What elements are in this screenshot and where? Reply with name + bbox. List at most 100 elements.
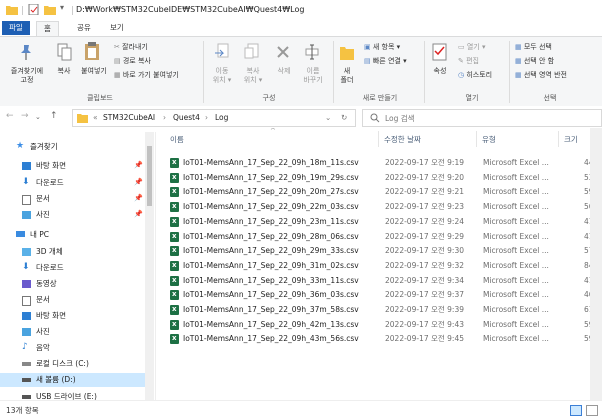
paste-shortcut-icon: ▦ <box>114 71 121 79</box>
breadcrumb-item[interactable]: STM32CubeAI <box>103 113 155 122</box>
file-date: 2022-09-17 오전 9:39 <box>385 305 464 314</box>
file-row[interactable]: IoT01-MemsAnn_17_Sep_22_09h_29m_33s.csv 2… <box>166 243 602 258</box>
excel-file-icon <box>170 184 179 198</box>
recent-locations-icon[interactable]: ⌄ <box>35 113 41 121</box>
delete-button[interactable]: 삭제 <box>269 67 299 76</box>
nav-item-desktop[interactable]: 바탕 화면 <box>22 159 144 173</box>
tab-view[interactable]: 보기 <box>103 21 131 35</box>
new-folder-quick-icon[interactable] <box>44 4 56 15</box>
file-row[interactable]: IoT01-MemsAnn_17_Sep_22_09h_33m_11s.csv 2… <box>166 273 602 288</box>
nav-item-videos[interactable]: 동영상 <box>22 277 144 291</box>
file-row[interactable]: IoT01-MemsAnn_17_Sep_22_09h_43m_56s.csv 2… <box>166 331 602 346</box>
file-list-scrollbar[interactable] <box>590 128 602 400</box>
open-button[interactable]: ▭ 열기 ▾ <box>458 43 485 52</box>
address-dropdown-icon[interactable]: ⌄ <box>325 113 331 122</box>
move-to-label-2: 위치 ▾ <box>212 76 232 84</box>
navigation-scrollbar[interactable] <box>145 132 154 400</box>
file-row[interactable]: IoT01-MemsAnn_17_Sep_22_09h_42m_13s.csv 2… <box>166 317 602 332</box>
excel-file-icon <box>170 317 179 331</box>
drive-icon <box>22 362 31 366</box>
pin-icon[interactable]: 📌 <box>134 178 143 186</box>
nav-item-downloads[interactable]: ⬇ 다운로드 <box>22 176 144 190</box>
select-none-label: 선택 안 함 <box>523 57 555 65</box>
new-folder-button[interactable]: 새 폴더 <box>336 67 358 85</box>
details-view-icon[interactable] <box>570 405 582 416</box>
up-icon[interactable]: ↑ <box>50 111 58 121</box>
select-none-button[interactable]: ▦ 선택 안 함 <box>515 57 554 66</box>
column-header-size[interactable]: 크기 <box>564 134 578 145</box>
move-to-button[interactable]: 이동 위치 ▾ <box>206 67 238 85</box>
back-icon[interactable]: ← <box>6 111 14 121</box>
nav-item-local-disk-c[interactable]: 로컬 디스크 (C:) <box>22 357 144 371</box>
scrollbar-thumb[interactable] <box>147 146 152 206</box>
nav-item-volume-d[interactable]: 새 볼륨 (D:) <box>0 373 145 387</box>
large-icons-view-icon[interactable] <box>586 405 598 416</box>
copy-path-icon: ▤ <box>114 57 121 65</box>
open-icon: ▭ <box>458 43 465 51</box>
file-row[interactable]: IoT01-MemsAnn_17_Sep_22_09h_19m_29s.csv 2… <box>166 170 602 185</box>
breadcrumb-overflow[interactable]: « <box>93 113 98 122</box>
paste-shortcut-button[interactable]: ▦ 바로 가기 붙여넣기 <box>114 71 179 80</box>
divider <box>378 131 379 147</box>
file-row[interactable]: IoT01-MemsAnn_17_Sep_22_09h_23m_11s.csv 2… <box>166 214 602 229</box>
pin-to-quick-access-button[interactable]: 즐겨찾기에 고정 <box>2 67 52 85</box>
nav-item-pictures[interactable]: 사진 <box>22 208 144 222</box>
nav-item-documents-pc[interactable]: 문서 <box>22 293 144 307</box>
customize-quick-access-icon[interactable]: ▾ <box>60 3 72 14</box>
select-all-button[interactable]: ▦ 모두 선택 <box>515 43 552 52</box>
nav-item-downloads-pc[interactable]: ⬇ 다운로드 <box>22 261 144 275</box>
breadcrumb-item[interactable]: Log <box>215 113 228 122</box>
tab-share[interactable]: 공유 <box>70 21 98 35</box>
nav-label: 문서 <box>36 194 50 203</box>
breadcrumb-item[interactable]: Quest4 <box>173 113 200 122</box>
edit-button[interactable]: ✎ 편집 <box>458 57 479 66</box>
nav-item-music[interactable]: ♪ 음악 <box>22 341 144 355</box>
refresh-icon[interactable]: ↻ <box>341 113 347 122</box>
properties-quick-icon[interactable] <box>28 4 40 15</box>
nav-item-3d-objects[interactable]: 3D 개체 <box>22 245 144 259</box>
file-name: IoT01-MemsAnn_17_Sep_22_09h_31m_02s.csv <box>183 260 359 270</box>
computer-icon <box>16 231 25 237</box>
move-to-label: 이동 <box>215 67 229 75</box>
forward-icon[interactable]: → <box>21 111 29 121</box>
rename-button[interactable]: 이름 바꾸기 <box>298 67 328 85</box>
address-bar[interactable]: « STM32CubeAI › Quest4 › Log ⌄ ↻ <box>72 109 356 127</box>
new-item-button[interactable]: ▣ 새 항목 ▾ <box>364 43 400 52</box>
navigation-bar: ← → ⌄ ↑ « STM32CubeAI › Quest4 › Log ⌄ ↻… <box>0 106 602 128</box>
divider <box>476 131 477 147</box>
nav-item-desktop-pc[interactable]: 바탕 화면 <box>22 309 144 323</box>
properties-button[interactable]: 속성 <box>428 67 452 76</box>
tab-home[interactable]: 홈 <box>36 21 59 36</box>
copy-button[interactable]: 복사 <box>52 67 76 76</box>
copy-to-button[interactable]: 복사 위치 ▾ <box>237 67 269 85</box>
nav-quick-access[interactable]: ★ 즐겨찾기 <box>16 140 144 154</box>
file-row[interactable]: IoT01-MemsAnn_17_Sep_22_09h_20m_27s.csv 2… <box>166 184 602 199</box>
tab-file[interactable]: 파일 <box>2 21 30 35</box>
file-row[interactable]: IoT01-MemsAnn_17_Sep_22_09h_36m_03s.csv 2… <box>166 287 602 302</box>
file-row[interactable]: IoT01-MemsAnn_17_Sep_22_09h_18m_11s.csv 2… <box>166 155 602 170</box>
cut-button[interactable]: ✂ 잘라내기 <box>114 43 148 52</box>
history-button[interactable]: ◷ 히스토리 <box>458 71 492 80</box>
file-row[interactable]: IoT01-MemsAnn_17_Sep_22_09h_28m_06s.csv 2… <box>166 229 602 244</box>
invert-selection-button[interactable]: ▦ 선택 영역 반전 <box>515 71 567 80</box>
easy-access-button[interactable]: ▤ 빠른 연결 ▾ <box>364 57 407 66</box>
excel-file-icon <box>170 155 179 169</box>
paste-button[interactable]: 붙여넣기 <box>76 67 112 76</box>
column-header-date[interactable]: 수정한 날짜 <box>384 134 421 145</box>
nav-this-pc[interactable]: 내 PC <box>16 228 144 242</box>
file-row[interactable]: IoT01-MemsAnn_17_Sep_22_09h_31m_02s.csv 2… <box>166 258 602 273</box>
column-header-name[interactable]: 이름 <box>170 134 184 145</box>
breadcrumb-separator: › <box>205 113 208 122</box>
pin-icon[interactable]: 📌 <box>134 161 143 169</box>
file-row[interactable]: IoT01-MemsAnn_17_Sep_22_09h_22m_03s.csv 2… <box>166 199 602 214</box>
pin-icon[interactable]: 📌 <box>134 194 143 202</box>
search-box[interactable]: Log 검색 <box>362 109 602 127</box>
ribbon: 즐겨찾기에 고정 복사 붙여넣기 ✂ 잘라내기 ▤ 경로 복사 ▦ 바로 가기 붙… <box>0 36 602 108</box>
pin-label-2: 고정 <box>20 76 34 84</box>
nav-item-documents[interactable]: 문서 <box>22 192 144 206</box>
file-row[interactable]: IoT01-MemsAnn_17_Sep_22_09h_37m_58s.csv 2… <box>166 302 602 317</box>
copy-path-button[interactable]: ▤ 경로 복사 <box>114 57 151 66</box>
pin-icon[interactable]: 📌 <box>134 210 143 218</box>
column-header-type[interactable]: 유형 <box>482 134 496 145</box>
nav-item-pictures-pc[interactable]: 사진 <box>22 325 144 339</box>
